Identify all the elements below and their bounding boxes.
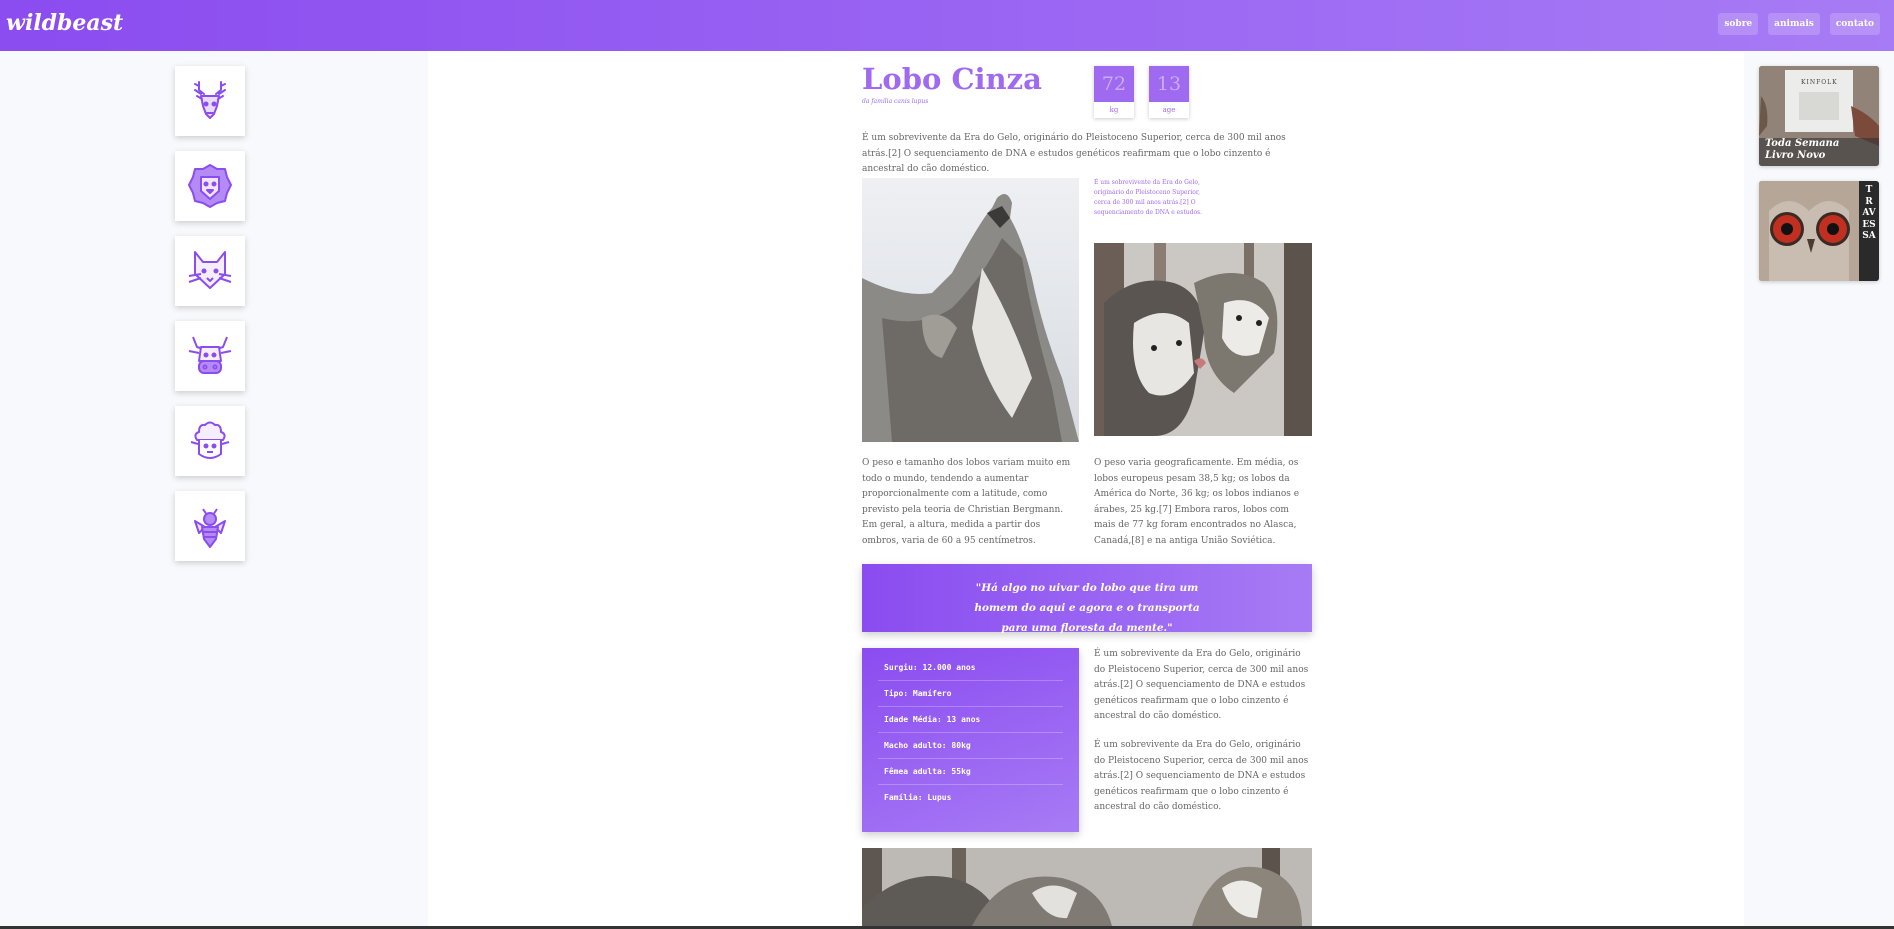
- fact-femea: Fêmea adulta: 55kg: [878, 759, 1063, 785]
- fact-familia: Família: Lupus: [884, 793, 952, 802]
- sheep-icon: [190, 421, 230, 459]
- sidebar-item-bee[interactable]: [175, 491, 245, 561]
- sidebar-item-fox[interactable]: [175, 236, 245, 306]
- facts-paragraph-2: É um sobrevivente da Era do Gelo, origin…: [1094, 740, 1309, 812]
- lion-icon: [188, 164, 232, 208]
- page-title: Lobo Cinza: [862, 62, 1042, 96]
- intro-paragraph: É um sobrevivente da Era do Gelo, origin…: [862, 133, 1286, 174]
- cow-icon: [188, 336, 232, 374]
- stat-weight: 72 kg: [1094, 66, 1134, 118]
- side-note: É um sobrevivente da Era do Gelo, origin…: [1094, 179, 1203, 216]
- quote-block: "Há algo no uivar do lobo que tira um ho…: [862, 564, 1312, 634]
- bee-icon: [194, 508, 226, 548]
- ad-kinfolk-magazine: KINFOLK: [1801, 79, 1838, 86]
- nav-sobre[interactable]: sobre: [1718, 13, 1759, 35]
- logo[interactable]: wildbeast: [6, 10, 123, 36]
- stat-age-label: age: [1162, 106, 1176, 114]
- fact-idade: Idade Média: 13 anos: [878, 707, 1063, 733]
- sidebar-item-sheep[interactable]: [175, 406, 245, 476]
- sidebar-item-deer[interactable]: [175, 66, 245, 136]
- stat-age-value: 13: [1149, 66, 1189, 102]
- ad-kinfolk[interactable]: KINFOLK Toda Semana Livro Novo: [1759, 66, 1879, 166]
- nav-contato[interactable]: contato: [1829, 13, 1880, 35]
- wolf-pack-photo: [862, 848, 1312, 926]
- deer-icon: [194, 81, 226, 119]
- weight-size-paragraph: O peso e tamanho dos lobos variam muito …: [862, 458, 1071, 546]
- stat-age: 13 age: [1149, 66, 1189, 118]
- nav-animais[interactable]: animais: [1768, 13, 1820, 35]
- main-nav: sobre animais contato: [1718, 13, 1880, 35]
- stat-weight-label: kg: [1109, 106, 1119, 114]
- fact-surgiu: Surgiu: 12.000 anos: [878, 655, 1063, 681]
- ad-travessa[interactable]: TRAVESSA: [1759, 181, 1879, 281]
- sidebar-item-lion[interactable]: [175, 151, 245, 221]
- fox-icon: [188, 251, 232, 289]
- ad-kinfolk-line2: Livro Novo: [1765, 150, 1826, 161]
- top-navbar: wildbeast sobre animais contato: [0, 0, 1894, 51]
- ad-owl-image: [1759, 181, 1879, 281]
- facts-box: Surgiu: 12.000 anos Tipo: Mamífero Idade…: [862, 648, 1079, 832]
- quote-text: "Há algo no uivar do lobo que tira um ho…: [974, 582, 1200, 634]
- ad-travessa-text: TRAVESSA: [1862, 185, 1876, 241]
- page-subtitle: da família canis lupus: [862, 98, 929, 105]
- ad-kinfolk-line1: Toda Semana: [1765, 138, 1840, 149]
- stat-weight-value: 72: [1094, 66, 1134, 102]
- fact-macho: Macho adulto: 80kg: [878, 733, 1063, 759]
- geo-weight-paragraph: O peso varia geograficamente. Em média, …: [1094, 458, 1300, 546]
- sidebar-item-cow[interactable]: [175, 321, 245, 391]
- facts-paragraph-1: É um sobrevivente da Era do Gelo, origin…: [1094, 649, 1309, 721]
- howling-wolf-photo: [862, 178, 1079, 442]
- two-wolves-photo: [1094, 243, 1312, 436]
- fact-tipo: Tipo: Mamífero: [878, 681, 1063, 707]
